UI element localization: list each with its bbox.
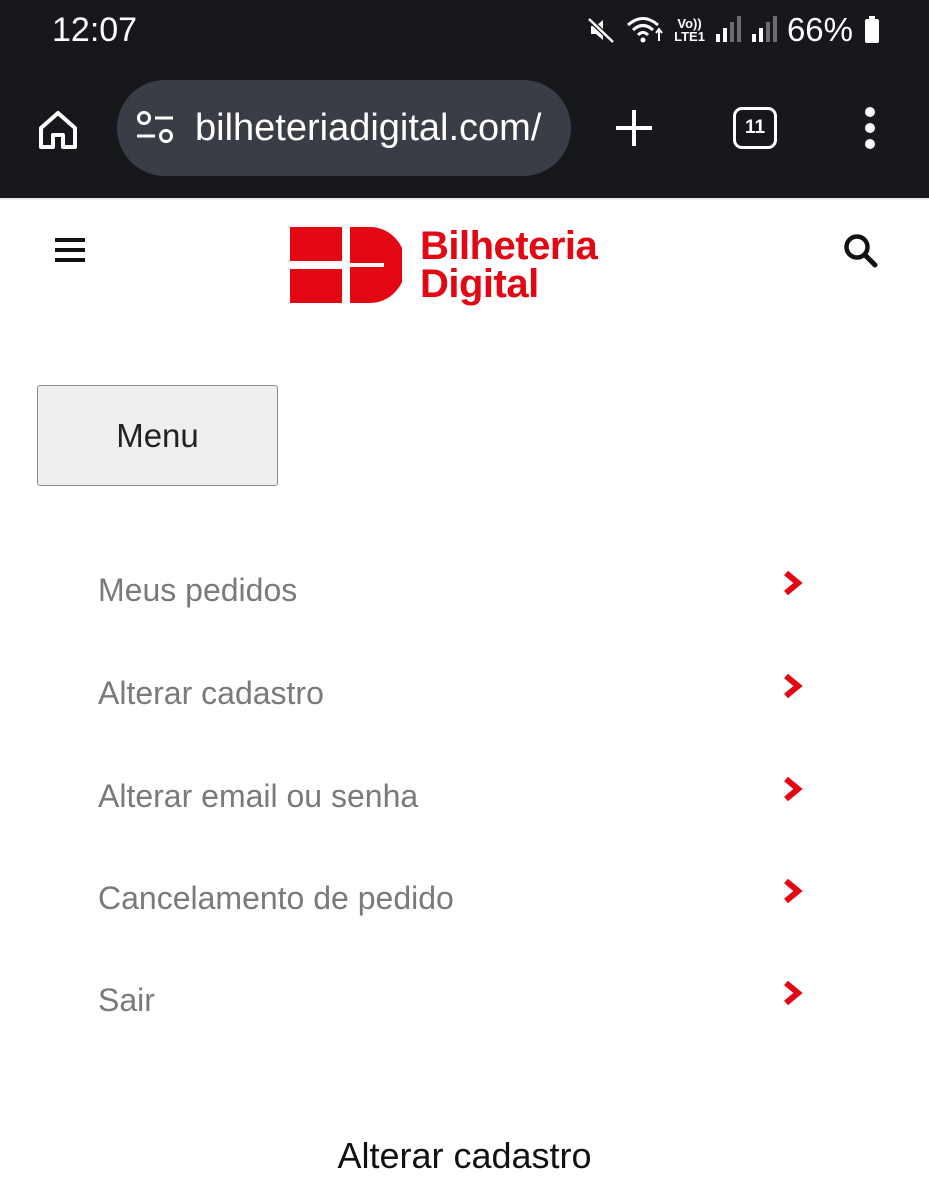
list-item-label[interactable]: Cancelamento de pedido [98,876,454,920]
logo-wordmark: Bilheteria Digital [420,224,598,306]
hamburger-button[interactable] [50,230,90,270]
signal-icon [751,16,777,44]
url-text[interactable]: bilheteriadigital.com/ [195,104,567,152]
status-time: 12:07 [52,11,138,49]
more-menu-button[interactable] [850,102,890,154]
network-line2: LTE1 [674,29,705,44]
browser-chrome: 12:07 Vo)) LTE1 66% bilheteriadigital.co… [0,0,929,198]
menu-button[interactable]: Menu [37,385,278,486]
battery-percent: 66% [786,11,853,48]
chevron-right-icon [784,570,803,596]
list-item-alterar-cadastro[interactable]: Alterar cadastro [0,643,929,745]
list-item-cancelamento-pedido[interactable]: Cancelamento de pedido [0,848,929,950]
logo-line2: Digital [420,262,539,306]
chevron-right-icon [784,980,803,1006]
wifi-icon [626,15,664,45]
list-item-meus-pedidos[interactable]: Meus pedidos [0,540,929,642]
tune-icon[interactable] [135,110,175,146]
tab-count: 11 [744,117,766,138]
tab-switcher-button[interactable]: 11 [733,107,777,149]
url-bar[interactable]: bilheteriadigital.com/ [117,80,571,176]
plus-icon [616,110,652,146]
site-logo[interactable]: Bilheteria Digital [290,220,650,310]
hamburger-icon [55,238,85,262]
home-icon [39,111,77,149]
home-button[interactable] [30,102,86,158]
list-item-label[interactable]: Sair [98,978,155,1022]
signal-icon [715,16,741,44]
list-item-alterar-email-senha[interactable]: Alterar email ou senha [0,746,929,848]
more-vert-icon [865,107,875,149]
chevron-right-icon [784,776,803,802]
logo-line1: Bilheteria [420,224,598,268]
search-icon [844,234,878,268]
section-heading: Alterar cadastro [337,1135,592,1176]
chevron-right-icon [784,673,803,699]
list-item-label[interactable]: Meus pedidos [98,568,297,612]
list-item-sair[interactable]: Sair [0,950,929,1052]
browser-toolbar: bilheteriadigital.com/ 11 [0,80,929,180]
list-item-label[interactable]: Alterar cadastro [98,671,324,715]
mute-icon [586,15,616,45]
new-tab-button[interactable] [608,102,660,154]
chevron-right-icon [784,878,803,904]
network-type: Vo)) LTE1 [674,17,705,43]
search-button[interactable] [838,228,882,272]
list-item-label[interactable]: Alterar email ou senha [98,774,418,818]
battery-icon [863,15,881,45]
logo-mark-icon [290,227,402,303]
site-header: Bilheteria Digital [0,198,929,318]
status-icons: Vo)) LTE1 66% [586,10,881,50]
